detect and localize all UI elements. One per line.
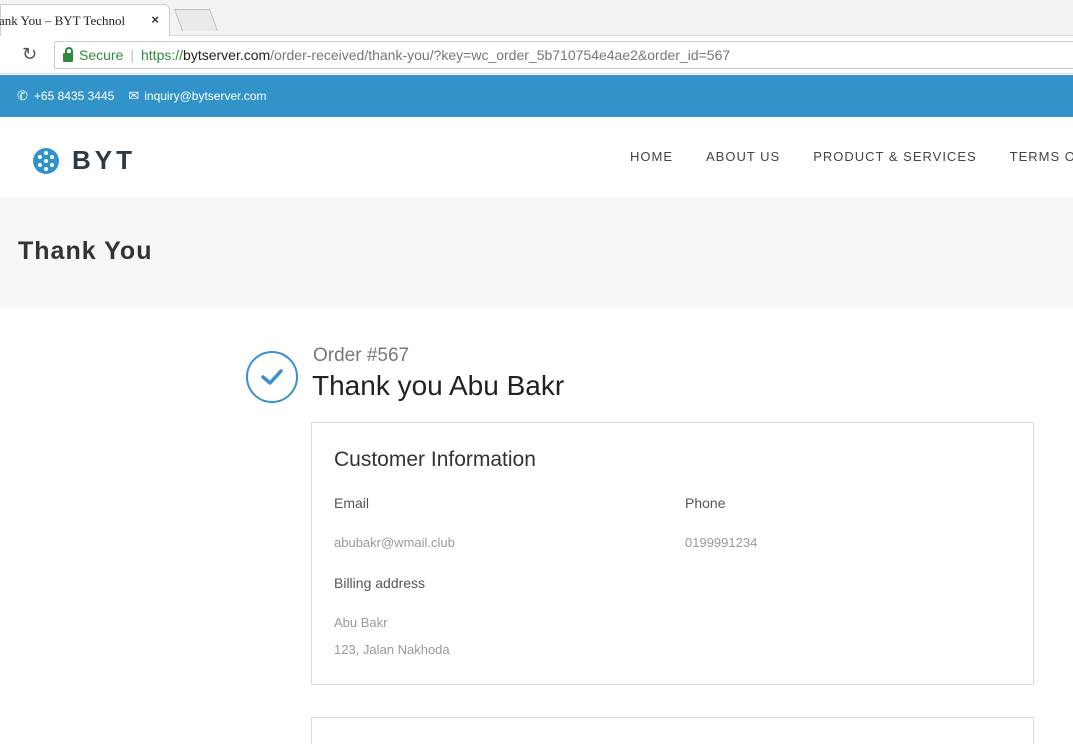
check-circle-icon xyxy=(246,351,298,403)
site-logo[interactable]: BYT xyxy=(32,145,136,176)
main-nav: HOME ABOUT US PRODUCT & SERVICES TERMS O… xyxy=(630,149,1073,164)
browser-tab-bar: ank You – BYT Technol × xyxy=(0,0,1073,36)
email-label: Email xyxy=(334,495,370,511)
tab-close-icon[interactable]: × xyxy=(151,12,159,27)
url-field[interactable]: Secure | https://bytserver.com/order-rec… xyxy=(54,41,1073,69)
billing-address-label: Billing address xyxy=(334,575,426,591)
lock-icon xyxy=(63,46,73,62)
thank-you-heading: Thank you Abu Bakr xyxy=(312,370,565,401)
page-title: Thank You xyxy=(18,237,153,265)
url-protocol: https:// xyxy=(141,47,184,63)
omnibox-divider: | xyxy=(130,47,134,63)
nav-about-us[interactable]: ABOUT US xyxy=(706,149,780,164)
nav-product-services[interactable]: PRODUCT & SERVICES xyxy=(813,149,976,164)
secure-label: Secure xyxy=(79,47,124,63)
phone-icon: ✆ xyxy=(17,88,28,103)
phone-label: Phone xyxy=(685,495,726,511)
customer-info-card: Customer Information Email abubakr@wmail… xyxy=(311,422,1034,685)
url-host: bytserver.com xyxy=(183,47,271,63)
url-path: /order-received/thank-you/?key=wc_order_… xyxy=(270,47,731,63)
billing-street: 123, Jalan Nakhoda xyxy=(334,642,450,657)
next-info-card xyxy=(311,717,1034,744)
tab-title: ank You – BYT Technol xyxy=(0,12,126,28)
billing-name: Abu Bakr xyxy=(334,615,388,630)
browser-tab[interactable]: ank You – BYT Technol × xyxy=(0,4,170,36)
logo-text: BYT xyxy=(72,145,136,175)
contact-bar: ✆ +65 8435 3445 ✉ inquiry@bytserver.com xyxy=(0,75,1073,117)
contact-phone[interactable]: +65 8435 3445 xyxy=(34,89,114,103)
contact-email[interactable]: inquiry@bytserver.com xyxy=(144,89,266,103)
email-value: abubakr@wmail.club xyxy=(334,535,455,550)
page-title-band: Thank You xyxy=(0,197,1073,309)
new-tab-button[interactable] xyxy=(173,9,219,31)
mail-icon: ✉ xyxy=(128,88,140,103)
nav-terms[interactable]: TERMS OF xyxy=(1010,149,1073,164)
browser-address-bar: ↻ Secure | https://bytserver.com/order-r… xyxy=(0,36,1073,74)
reload-icon[interactable]: ↻ xyxy=(22,44,37,65)
logo-mark-icon xyxy=(33,147,59,174)
customer-info-heading: Customer Information xyxy=(334,448,536,471)
site-header: BYT HOME ABOUT US PRODUCT & SERVICES TER… xyxy=(0,117,1073,197)
nav-home[interactable]: HOME xyxy=(630,149,673,164)
order-number: Order #567 xyxy=(313,345,410,366)
phone-value: 0199991234 xyxy=(685,535,758,550)
